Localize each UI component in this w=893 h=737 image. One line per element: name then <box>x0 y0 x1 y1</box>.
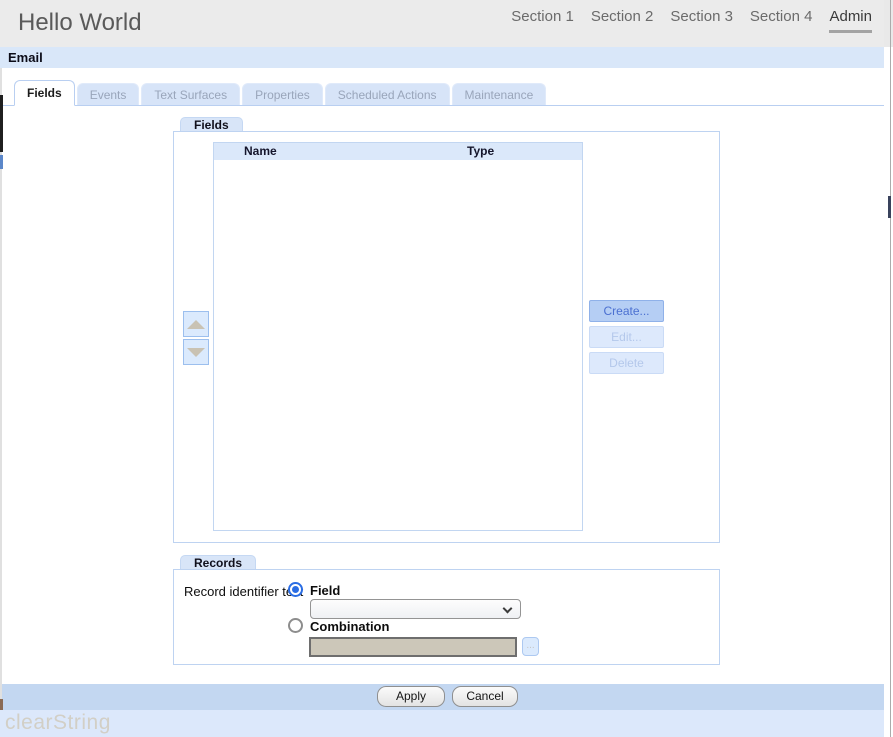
footer-bar: clearString <box>0 710 884 737</box>
nav-section-4[interactable]: Section 4 <box>750 8 813 25</box>
move-down-button[interactable] <box>183 339 209 365</box>
tab-events[interactable]: Events <box>77 83 140 105</box>
brand-logo: clearString <box>5 711 111 735</box>
tab-properties[interactable]: Properties <box>242 83 323 105</box>
fields-table-header: Name Type <box>214 143 582 160</box>
column-header-type: Type <box>467 143 494 160</box>
window-edge-artifact-brown <box>0 699 3 710</box>
tab-strip: Fields Events Text Surfaces Properties S… <box>0 80 884 106</box>
nav-section-1[interactable]: Section 1 <box>511 8 574 25</box>
tab-scheduled-actions[interactable]: Scheduled Actions <box>325 83 450 105</box>
window-edge-artifact-blue <box>0 155 3 169</box>
window-edge-artifact-right <box>888 196 891 218</box>
apply-button[interactable]: Apply <box>377 686 445 707</box>
delete-button[interactable]: Delete <box>589 352 664 374</box>
record-identifier-label: Record identifier text <box>184 584 303 599</box>
chevron-down-icon <box>503 604 513 614</box>
records-panel-legend: Records <box>180 555 256 569</box>
field-select[interactable] <box>310 599 521 619</box>
tab-fields[interactable]: Fields <box>14 80 75 106</box>
right-window-edge <box>884 0 893 737</box>
breadcrumb: Email <box>8 47 43 68</box>
tab-maintenance[interactable]: Maintenance <box>452 83 547 105</box>
page-title: Hello World <box>18 9 142 37</box>
cancel-button[interactable]: Cancel <box>452 686 518 707</box>
combination-radio[interactable] <box>288 618 303 633</box>
combination-input[interactable] <box>309 637 517 657</box>
window-border-line <box>890 0 891 737</box>
combination-radio-label[interactable]: Combination <box>310 619 389 634</box>
nav-section-2[interactable]: Section 2 <box>591 8 654 25</box>
top-nav: Section 1 Section 2 Section 3 Section 4 … <box>511 8 872 33</box>
window-edge-artifact-dark <box>0 95 3 152</box>
triangle-down-icon <box>187 348 205 357</box>
breadcrumb-bar: Email <box>0 47 884 68</box>
fields-panel-legend: Fields <box>180 117 243 131</box>
app-window: Hello World Section 1 Section 2 Section … <box>0 0 893 737</box>
browse-button[interactable]: ... <box>522 637 539 656</box>
fields-list[interactable] <box>214 160 582 530</box>
nav-section-3[interactable]: Section 3 <box>670 8 733 25</box>
nav-admin[interactable]: Admin <box>829 8 872 33</box>
right-window-edge-header <box>884 0 893 47</box>
triangle-up-icon <box>187 320 205 329</box>
field-radio[interactable] <box>288 582 303 597</box>
edit-button[interactable]: Edit... <box>589 326 664 348</box>
app-header: Hello World Section 1 Section 2 Section … <box>0 0 884 47</box>
move-up-button[interactable] <box>183 311 209 337</box>
create-button[interactable]: Create... <box>589 300 664 322</box>
field-radio-label[interactable]: Field <box>310 583 340 598</box>
fields-table: Name Type <box>213 142 583 531</box>
tab-text-surfaces[interactable]: Text Surfaces <box>141 83 240 105</box>
column-header-name: Name <box>244 143 277 160</box>
